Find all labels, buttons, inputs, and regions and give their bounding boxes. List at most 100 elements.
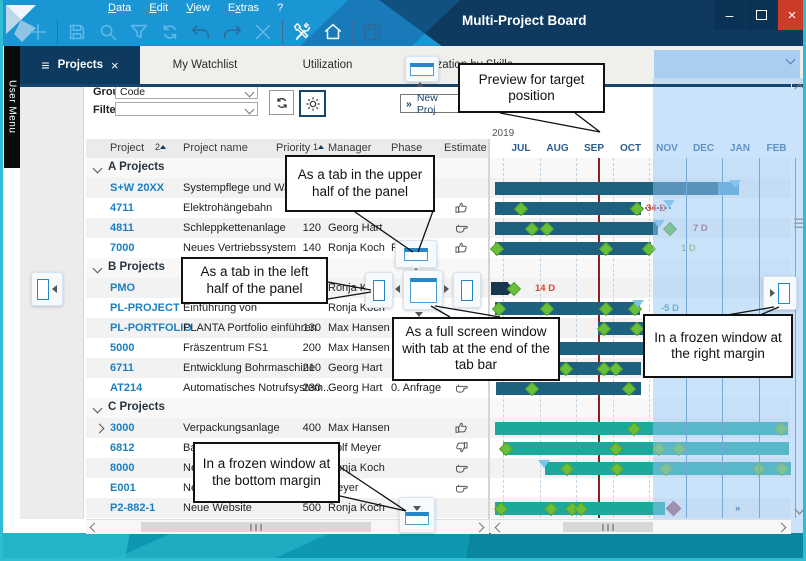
- project-code-link[interactable]: 3000: [110, 422, 134, 434]
- close-button[interactable]: ×: [778, 0, 806, 30]
- scroll-right-icon[interactable]: [475, 523, 485, 533]
- chevron-down-icon: [245, 87, 255, 97]
- tab-label: My Watchlist: [173, 59, 238, 71]
- estimate-point-icon[interactable]: [454, 380, 469, 398]
- menu-item-edit[interactable]: Edit: [149, 2, 168, 18]
- dock-arrow-up-icon: [416, 82, 424, 87]
- menu-item-extras[interactable]: Extras: [228, 2, 259, 18]
- menu-item-view[interactable]: View: [186, 2, 210, 18]
- project-code-link[interactable]: E001: [110, 482, 136, 494]
- estimate-point-icon[interactable]: [454, 220, 469, 238]
- save-button[interactable]: [65, 20, 89, 44]
- column-header-manager[interactable]: Manager: [328, 142, 371, 154]
- project-code-link[interactable]: 4811: [110, 222, 134, 234]
- dock-target-left-tab[interactable]: [365, 272, 393, 308]
- tools-button[interactable]: [290, 20, 314, 44]
- gantt-bar[interactable]: [495, 222, 658, 235]
- calendar-button[interactable]: [360, 20, 384, 44]
- tab-my-watchlist[interactable]: My Watchlist: [140, 46, 270, 84]
- chevron-down-icon[interactable]: [93, 164, 103, 174]
- scrollbar-grip-icon: [250, 524, 262, 531]
- project-code-link[interactable]: S+W 20XX: [110, 182, 164, 194]
- gantt-bar[interactable]: [495, 242, 651, 255]
- chevron-down-icon[interactable]: [786, 55, 796, 65]
- user-menu-tab[interactable]: User Menu: [4, 46, 20, 168]
- scrollbar-grip-icon[interactable]: [794, 218, 803, 228]
- search-button[interactable]: [96, 20, 120, 44]
- column-header-priority[interactable]: Priority: [276, 142, 310, 154]
- callout-frozen-bottom: In a frozen window at the bottom margin: [193, 442, 340, 503]
- expand-icon[interactable]: [95, 424, 105, 434]
- project-code-link[interactable]: 6711: [110, 362, 134, 374]
- scrollbar-thumb[interactable]: [563, 522, 653, 532]
- project-name-cell: Elektrohängebahn: [183, 202, 272, 214]
- estimate-point-icon[interactable]: [454, 460, 469, 478]
- tab-preview-icon: [37, 279, 49, 300]
- maximize-button[interactable]: [746, 0, 777, 30]
- scroll-down-icon[interactable]: [795, 505, 805, 515]
- gantt-hscrollbar[interactable]: [491, 519, 791, 534]
- project-code-link[interactable]: AT214: [110, 382, 142, 394]
- delete-button[interactable]: [251, 20, 275, 44]
- dock-target-frozen-left[interactable]: [31, 272, 63, 306]
- project-code-link[interactable]: 8000: [110, 462, 134, 474]
- scroll-right-icon[interactable]: [777, 523, 787, 533]
- project-code-link[interactable]: PL-PROJECT: [110, 302, 180, 314]
- project-code-link[interactable]: 5000: [110, 342, 134, 354]
- dock-target-frozen-bottom[interactable]: [399, 497, 435, 533]
- column-header-project[interactable]: Project: [110, 142, 144, 154]
- filter-button[interactable]: [127, 20, 151, 44]
- estimate-point-icon[interactable]: [454, 480, 469, 498]
- settings-button[interactable]: [299, 90, 326, 117]
- redo-button[interactable]: [220, 20, 244, 44]
- dock-target-right-tab[interactable]: [453, 272, 481, 308]
- minimize-button[interactable]: –: [714, 0, 745, 30]
- scroll-up-icon[interactable]: [795, 84, 805, 94]
- scroll-left-icon[interactable]: [495, 523, 505, 533]
- filter-select[interactable]: [115, 102, 258, 116]
- project-code-link[interactable]: 4711: [110, 202, 134, 214]
- column-header-estimate[interactable]: Estimate: [444, 142, 487, 154]
- tab-utilization[interactable]: Utilization: [270, 46, 385, 84]
- scroll-left-icon[interactable]: [90, 523, 100, 533]
- menu-item-?[interactable]: ?: [277, 2, 283, 18]
- add-button[interactable]: [26, 20, 50, 44]
- dock-target-frozen-right[interactable]: [763, 276, 797, 310]
- project-code-link[interactable]: PMO: [110, 282, 135, 294]
- tab-preview-icon: [405, 512, 429, 525]
- dock-target-fullscreen[interactable]: [403, 270, 443, 310]
- column-header-phase[interactable]: Phase: [391, 142, 422, 154]
- dock-arrow-left-icon: [395, 285, 400, 293]
- estimate-thumb-up-icon[interactable]: [454, 200, 469, 218]
- redo-icon: [221, 21, 243, 43]
- estimate-thumb-up-icon[interactable]: [454, 240, 469, 258]
- project-code-link[interactable]: 7000: [110, 242, 134, 254]
- chevron-down-icon[interactable]: [93, 264, 103, 274]
- gantt-bar[interactable]: [496, 382, 641, 395]
- priority-cell: 210: [256, 362, 321, 374]
- group-by-select[interactable]: Code: [115, 85, 258, 99]
- callout-preview-target: Preview for target position: [458, 63, 605, 113]
- project-code-link[interactable]: 6812: [110, 442, 134, 454]
- project-code-link[interactable]: P2-882-1: [110, 502, 155, 514]
- dock-target-upper-tab[interactable]: [395, 240, 437, 268]
- reload-layout-button[interactable]: [269, 90, 294, 115]
- project-code-link[interactable]: PL-PORTFOLIO: [110, 322, 192, 334]
- refresh-button[interactable]: [158, 20, 182, 44]
- new-project-button[interactable]: » New Proj: [400, 94, 461, 113]
- estimate-thumb-down-icon[interactable]: [454, 440, 469, 458]
- gantt-bar[interactable]: [495, 302, 640, 315]
- project-name-cell: Neue Website: [183, 502, 252, 514]
- chevron-down-icon[interactable]: [93, 404, 103, 414]
- tab-close-icon[interactable]: ×: [111, 58, 119, 73]
- estimate-thumb-up-icon[interactable]: [454, 420, 469, 438]
- scrollbar-thumb[interactable]: [141, 522, 371, 532]
- tab-projects[interactable]: ≡Projects×: [20, 46, 140, 84]
- undo-button[interactable]: [189, 20, 213, 44]
- tab-preview-icon: [461, 280, 473, 301]
- dock-target-tab-bar[interactable]: [405, 56, 439, 82]
- home-button[interactable]: [321, 20, 345, 44]
- menu-item-data[interactable]: Data: [108, 2, 131, 18]
- column-header-project-name[interactable]: Project name: [183, 142, 248, 154]
- end-marker-icon: [632, 300, 644, 308]
